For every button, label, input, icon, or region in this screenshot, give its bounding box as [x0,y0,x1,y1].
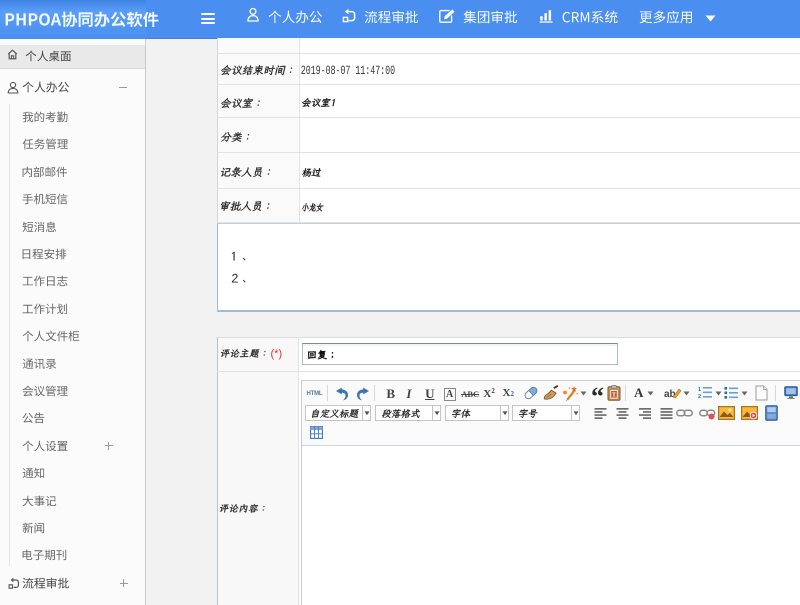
svg-text:T: T [612,391,617,398]
svg-text:2: 2 [698,394,701,399]
svg-text:ab: ab [664,389,676,400]
svg-text:1: 1 [698,387,701,393]
